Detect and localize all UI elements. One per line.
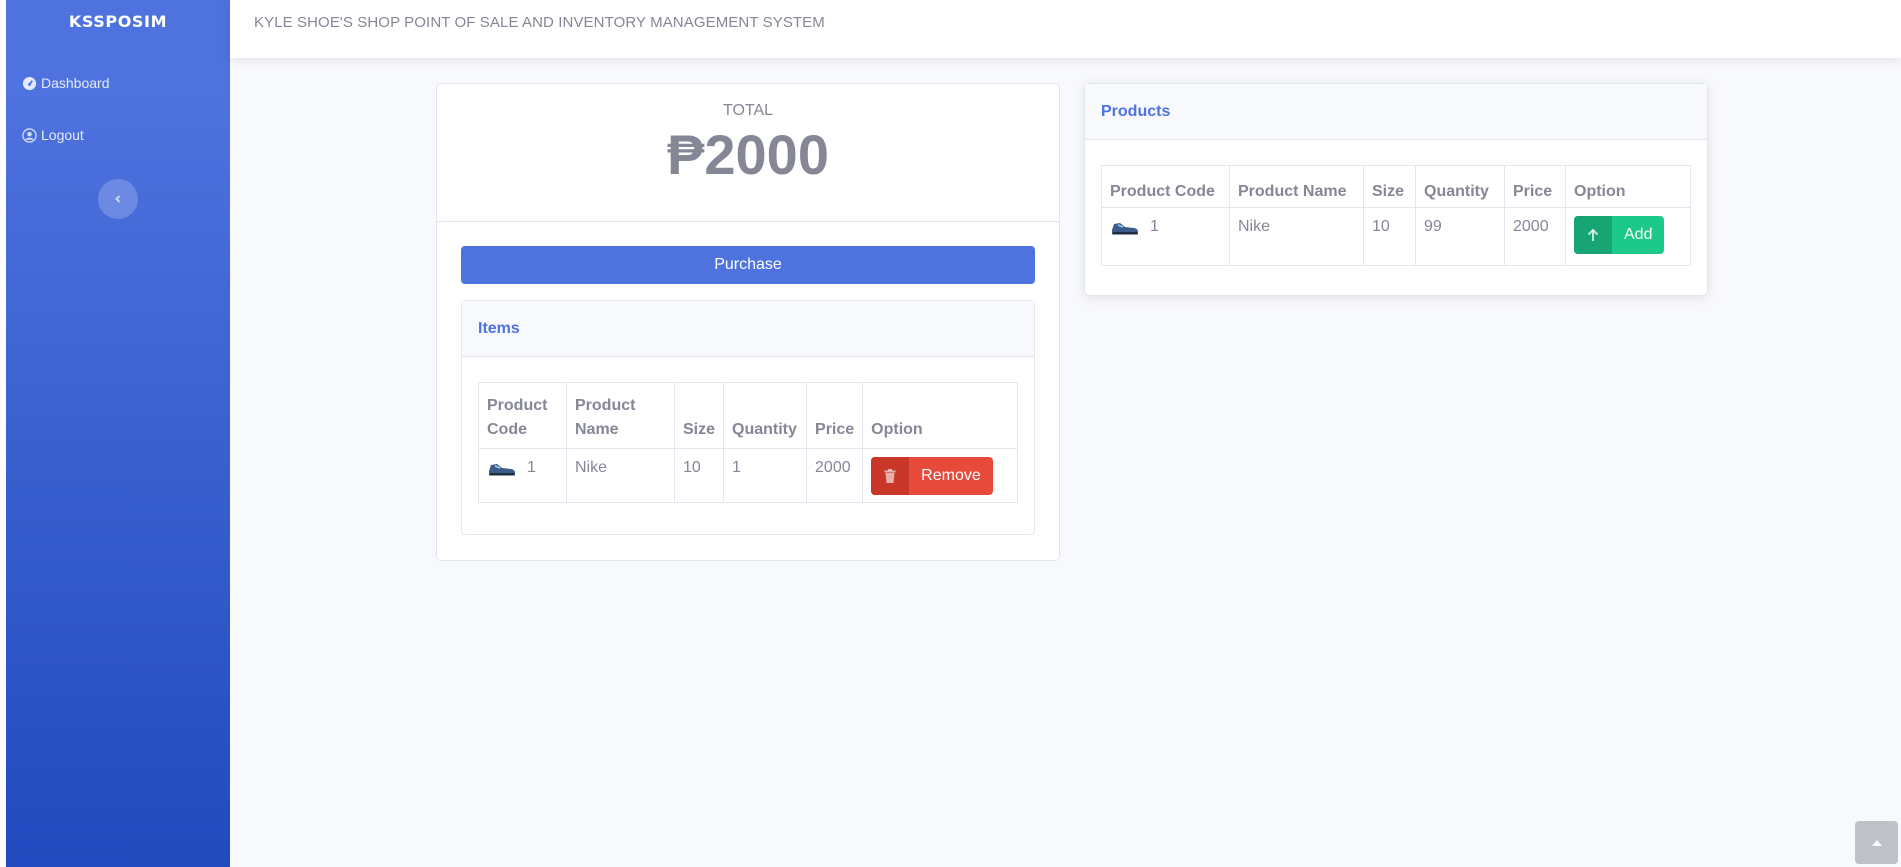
product-name: Nike <box>566 448 675 503</box>
sidebar-item-logout[interactable]: Logout <box>22 127 84 143</box>
product-code: 1 <box>1150 218 1159 236</box>
product-code-cell: 1 <box>1101 207 1230 266</box>
items-table: Product Code Product Name Size Quantity … <box>478 382 1018 503</box>
chevron-left-icon <box>115 195 121 203</box>
items-title: Items <box>478 320 520 337</box>
product-price: 2000 <box>1504 207 1566 266</box>
column-header: Quantity <box>1415 165 1505 208</box>
topbar: KYLE SHOE'S SHOP POINT OF SALE AND INVEN… <box>230 0 1901 58</box>
total-value: ₱2000 <box>667 123 829 186</box>
sidebar-item-label: Dashboard <box>41 75 110 91</box>
table-row: 1 Nike 10 1 2000 Remove <box>478 448 1018 503</box>
sidebar: KSSPOSIM Dashboard Logout <box>6 0 230 867</box>
product-code-cell: 1 <box>478 448 567 503</box>
purchase-button[interactable]: Purchase <box>461 246 1035 284</box>
product-size: 10 <box>673 448 725 503</box>
column-header: Product Name <box>1229 165 1364 208</box>
scroll-to-top-button[interactable] <box>1855 821 1898 864</box>
trash-icon <box>871 457 910 495</box>
column-header: Product Code <box>478 382 567 449</box>
total-panel: TOTAL ₱2000 <box>437 84 1059 222</box>
add-label: Add <box>1624 226 1653 243</box>
remove-button[interactable]: Remove <box>871 457 993 495</box>
sidebar-item-dashboard[interactable]: Dashboard <box>22 75 110 91</box>
column-header: Option <box>1565 165 1691 208</box>
table-header-row: Product Code Product Name Size Quantity … <box>478 382 1018 449</box>
brand-title[interactable]: KSSPOSIM <box>6 0 230 46</box>
items-card-header: Items <box>462 301 1034 357</box>
products-table: Product Code Product Name Size Quantity … <box>1101 165 1691 266</box>
product-quantity: 1 <box>723 448 808 503</box>
product-name: Nike <box>1229 207 1364 266</box>
page-title: KYLE SHOE'S SHOP POINT OF SALE AND INVEN… <box>254 14 825 31</box>
user-circle-icon <box>22 127 37 143</box>
remove-label: Remove <box>921 467 981 484</box>
products-title: Products <box>1101 103 1171 120</box>
sidebar-toggle-button[interactable] <box>98 179 138 219</box>
product-quantity: 99 <box>1415 207 1505 266</box>
tachometer-icon <box>22 76 37 90</box>
items-card: Items Product Code Product Name Size Qua… <box>461 300 1035 535</box>
column-header: Product Name <box>566 382 675 449</box>
table-row: 1 Nike 10 99 2000 Add <box>1101 207 1691 266</box>
product-size: 10 <box>1363 207 1416 266</box>
column-header: Price <box>1504 165 1566 208</box>
column-header: Quantity <box>723 382 808 449</box>
products-card: Products Product Code Product Name Size … <box>1084 83 1708 296</box>
option-cell: Remove <box>862 448 1018 503</box>
column-header: Size <box>1363 165 1416 208</box>
add-button[interactable]: Add <box>1574 216 1665 254</box>
cart-card: TOTAL ₱2000 Purchase Items Product Code … <box>436 83 1060 561</box>
total-label: TOTAL <box>722 102 774 119</box>
option-cell: Add <box>1565 207 1691 266</box>
column-header: Option <box>862 382 1018 449</box>
column-header: Product Code <box>1101 165 1230 208</box>
product-price: 2000 <box>806 448 864 503</box>
product-code: 1 <box>527 459 536 477</box>
table-header-row: Product Code Product Name Size Quantity … <box>1101 165 1691 208</box>
column-header: Price <box>806 382 864 449</box>
shoe-thumbnail-icon <box>1112 223 1138 235</box>
shoe-thumbnail-icon <box>489 464 515 476</box>
arrow-up-icon <box>1574 216 1612 254</box>
column-header: Size <box>673 382 725 449</box>
products-card-header: Products <box>1085 84 1707 140</box>
sidebar-item-label: Logout <box>41 127 84 143</box>
caret-up-icon <box>1871 839 1882 846</box>
